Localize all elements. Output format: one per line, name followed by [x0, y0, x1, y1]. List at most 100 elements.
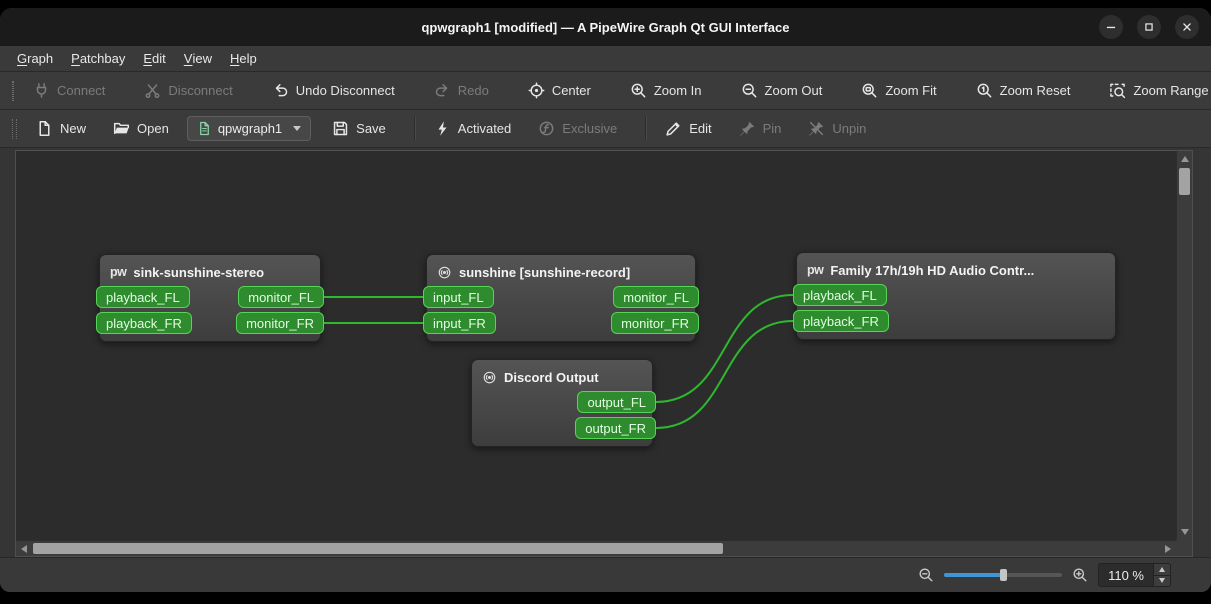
file-button-edit[interactable]: Edit: [656, 115, 720, 142]
node-title: Discord Output: [472, 366, 652, 388]
button-label: Activated: [457, 121, 512, 136]
node-title: sunshine [sunshine-record]: [427, 261, 695, 283]
spin-down-icon: [1159, 578, 1165, 584]
toolbar-grip[interactable]: [12, 118, 17, 139]
button-label: Zoom Out: [764, 83, 823, 98]
window-controls: [1099, 8, 1199, 46]
node-sink-sunshine-stereo[interactable]: pw sink-sunshine-stereo playback_FL monitor…: [96, 254, 324, 342]
zoom-spin-up-button[interactable]: [1154, 564, 1170, 575]
media-icon: [438, 266, 451, 278]
button-label: Redo: [457, 83, 489, 98]
zoom-slider-handle[interactable]: [1000, 569, 1008, 581]
node-discord-output[interactable]: Discord Output output_FL output_FR: [471, 359, 656, 447]
zoom-spin-down-button[interactable]: [1154, 574, 1170, 586]
file-button-exclusive[interactable]: Exclusive: [529, 115, 626, 142]
button-label: Connect: [57, 83, 106, 98]
port-monitor_fl[interactable]: monitor_FL: [238, 286, 324, 308]
menu-patchbay[interactable]: Patchbay: [62, 46, 134, 71]
horizontal-scroll-thumb[interactable]: [33, 543, 723, 554]
redo-arrow-icon: [435, 84, 448, 97]
exclusive-icon: [539, 121, 554, 136]
graph-canvas[interactable]: pw sink-sunshine-stereo playback_FL monitor…: [16, 151, 1176, 540]
file-button-pin[interactable]: Pin: [730, 115, 791, 142]
graph-button-undo-disconnect[interactable]: Undo Disconnect: [263, 77, 404, 104]
titlebar[interactable]: qpwgraph1 [modified] — A PipeWire Graph …: [0, 8, 1211, 46]
zoom-out-icon: [919, 568, 933, 582]
node-sunshine[interactable]: sunshine [sunshine-record] input_FL monito…: [423, 254, 699, 342]
graph-button-zoom-out[interactable]: Zoom Out: [732, 77, 832, 104]
graph-viewport-frame: pw sink-sunshine-stereo playback_FL monitor…: [15, 150, 1193, 557]
port-output_fr[interactable]: output_FR: [575, 417, 656, 439]
zoom-in-icon: [631, 83, 646, 98]
graph-button-center[interactable]: Center: [519, 77, 600, 104]
graph-button-redo[interactable]: Redo: [425, 77, 498, 104]
minimize-button[interactable]: [1099, 15, 1123, 39]
port-row: output_FR: [472, 417, 656, 439]
menu-help[interactable]: Help: [221, 46, 266, 71]
scroll-right-arrow-icon[interactable]: [1165, 545, 1171, 553]
scissors-icon: [146, 84, 160, 99]
zoom-range-icon: [1110, 83, 1126, 99]
zoom-slider[interactable]: [944, 567, 1063, 583]
horizontal-scrollbar[interactable]: [16, 540, 1176, 556]
node-title-text: Discord Output: [504, 369, 599, 385]
graph-button-zoom-reset[interactable]: Zoom Reset: [967, 77, 1080, 104]
menu-graph[interactable]: Graph: [8, 46, 62, 71]
port-input_fl[interactable]: input_FL: [423, 286, 494, 308]
port-playback_fr[interactable]: playback_FR: [793, 310, 889, 332]
central-area: pw sink-sunshine-stereo playback_FL monitor…: [0, 148, 1211, 557]
close-button[interactable]: [1175, 15, 1199, 39]
graph-button-connect[interactable]: Connect: [24, 77, 114, 104]
port-playback_fl[interactable]: playback_FL: [96, 286, 190, 308]
port-output_fl[interactable]: output_FL: [577, 391, 656, 413]
menu-edit[interactable]: Edit: [134, 46, 174, 71]
scroll-up-arrow-icon[interactable]: [1181, 156, 1189, 162]
port-row: playback_FR monitor_FR: [96, 312, 324, 334]
port-input_fr[interactable]: input_FR: [423, 312, 496, 334]
port-monitor_fr[interactable]: monitor_FR: [236, 312, 324, 334]
file-button-unpin[interactable]: Unpin: [799, 115, 875, 142]
graph-button-zoom-range[interactable]: Zoom Range: [1100, 77, 1211, 104]
vertical-scroll-thumb[interactable]: [1179, 168, 1190, 195]
maximize-button[interactable]: [1137, 15, 1161, 39]
button-label: Open: [137, 121, 169, 136]
graph-button-zoom-in[interactable]: Zoom In: [621, 77, 711, 104]
pencil-icon: [666, 122, 680, 136]
toolbar-grip[interactable]: [12, 80, 14, 101]
port-playback_fl[interactable]: playback_FL: [793, 284, 887, 306]
file-button-activated[interactable]: Activated: [425, 115, 520, 142]
zoom-out-icon: [742, 83, 756, 98]
zoom-level-value[interactable]: 110 %: [1099, 564, 1153, 586]
toolbar-graph: Connect Disconnect Undo Disconnect Redo Cent…: [0, 72, 1211, 110]
port-monitor_fl[interactable]: monitor_FL: [613, 286, 699, 308]
vertical-scrollbar[interactable]: [1176, 151, 1192, 540]
port-playback_fr[interactable]: playback_FR: [96, 312, 192, 334]
connection-wires-layer: [323, 294, 794, 429]
bolt-icon: [438, 121, 447, 136]
toolbar-separator: [645, 117, 647, 140]
toolbar-separator: [413, 117, 415, 140]
node-family-audio[interactable]: pw Family 17h/19h HD Audio Contr... playba…: [793, 252, 1116, 340]
graph-button-disconnect[interactable]: Disconnect: [135, 77, 241, 104]
zoom-out-icon: [918, 567, 934, 583]
file-button-new[interactable]: New: [27, 115, 95, 142]
new-file-icon: [39, 120, 50, 137]
file-button-open[interactable]: Open: [104, 115, 178, 142]
file-button-save[interactable]: Save: [323, 115, 395, 142]
port-monitor_fr[interactable]: monitor_FR: [611, 312, 699, 334]
toolbar-file: New Open qpwgraph1 Save Activated Exclusive Ed…: [0, 110, 1211, 148]
port-row: output_FL: [472, 391, 656, 413]
scroll-down-arrow-icon[interactable]: [1181, 529, 1189, 535]
port-row: playback_FR: [793, 310, 1115, 332]
menu-view[interactable]: View: [175, 46, 221, 71]
port-row: input_FL monitor_FL: [423, 286, 699, 308]
maximize-icon: [1145, 23, 1153, 31]
minimize-icon: [1106, 26, 1116, 29]
file-combobox-qpwgraph1[interactable]: qpwgraph1: [186, 116, 312, 141]
zoom-spinbox[interactable]: 110 %: [1098, 563, 1171, 587]
scroll-left-arrow-icon[interactable]: [21, 545, 27, 553]
pipewire-icon: pw: [110, 265, 127, 279]
button-label: Exclusive: [562, 121, 618, 136]
zoom-in-icon: [1072, 567, 1088, 583]
graph-button-zoom-fit[interactable]: Zoom Fit: [852, 77, 945, 104]
